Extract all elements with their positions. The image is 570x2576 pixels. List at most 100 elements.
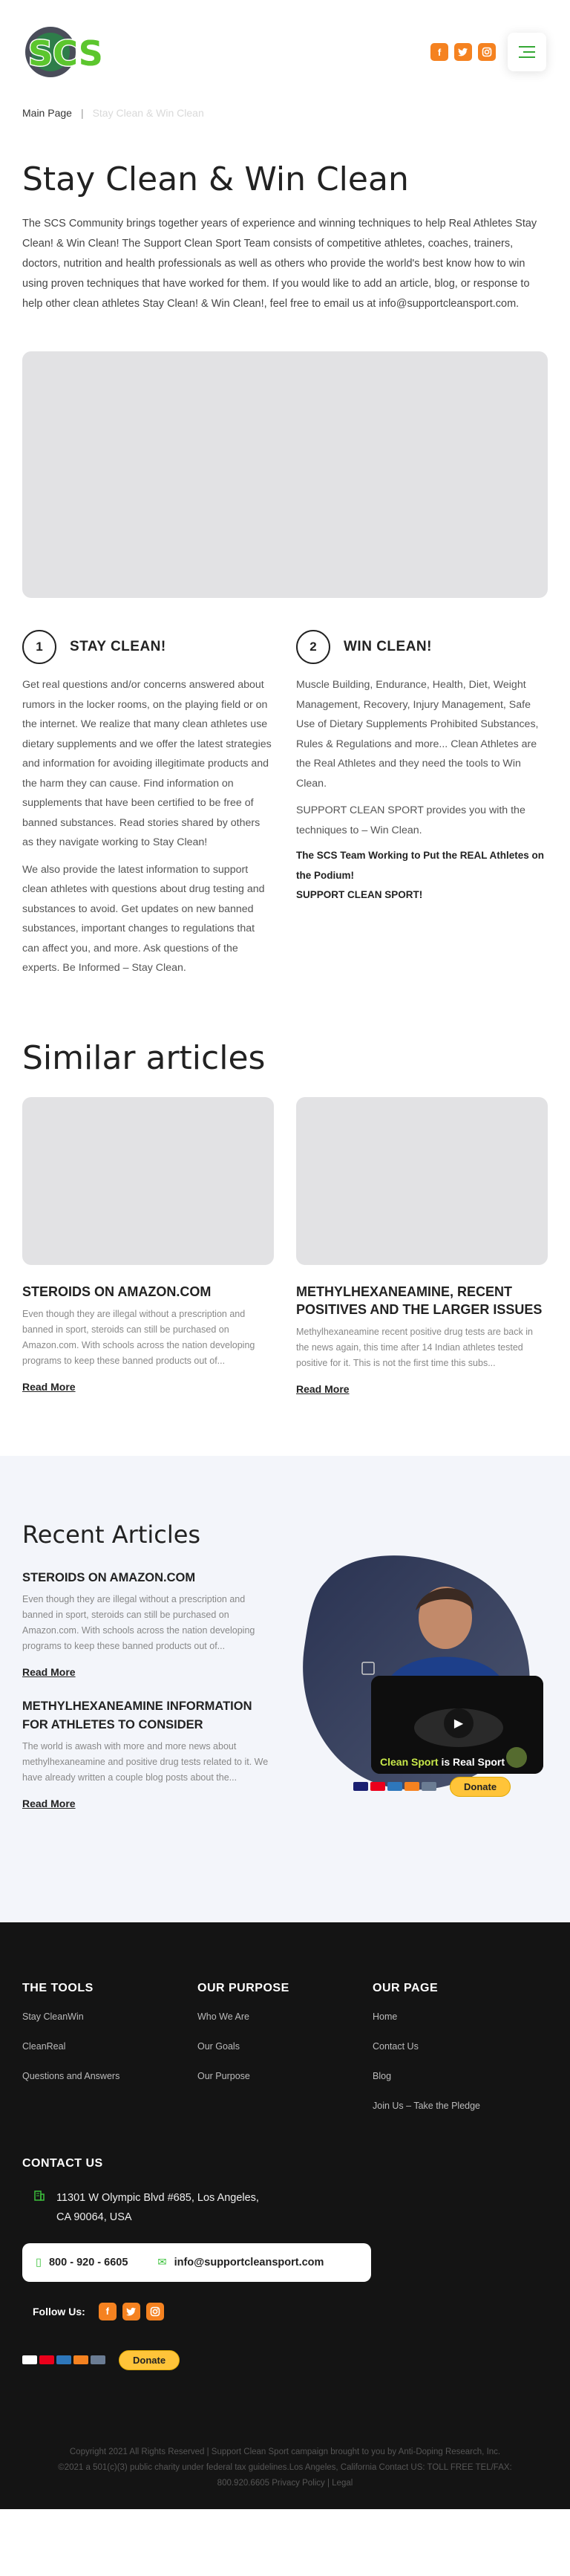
footer-heading: OUR PURPOSE	[197, 1981, 289, 1994]
donate-button[interactable]: Donate	[119, 2349, 180, 2370]
similar-articles-list: STEROIDS ON AMAZON.COM Even though they …	[0, 1096, 570, 1396]
page-title: Stay Clean & Win Clean	[22, 160, 409, 198]
bank-card-icon	[91, 2355, 105, 2364]
column-title: STAY CLEAN!	[70, 639, 166, 654]
footer-heading: OUR PAGE	[373, 1981, 439, 1994]
footer-page: OUR PAGE Home Contact Us Blog Join Us – …	[373, 1982, 548, 2130]
article-image-placeholder[interactable]	[296, 1096, 548, 1265]
read-more-link[interactable]: Read More	[22, 1381, 76, 1393]
footer-heading: CONTACT US	[22, 2156, 103, 2170]
footer-link[interactable]: Our Purpose	[197, 2071, 373, 2081]
footer-link[interactable]: Questions and Answers	[22, 2071, 197, 2081]
instagram-icon[interactable]	[145, 2302, 164, 2320]
menu-button[interactable]	[508, 33, 546, 71]
site-header: SCS SCS f	[0, 0, 570, 104]
article-title[interactable]: METHYLHEXANEAMINE, RECENT POSITIVES AND …	[296, 1283, 548, 1318]
facebook-icon[interactable]: f	[98, 2302, 117, 2320]
list-item: STEROIDS ON AMAZON.COM Even though they …	[22, 1569, 275, 1679]
video-caption: Clean Sport is Real Sport	[380, 1756, 505, 1768]
copyright-line: ©2021 a 501(c)(3) public charity under f…	[58, 2462, 512, 2472]
footer-purpose: OUR PURPOSE Who We Are Our Goals Our Pur…	[197, 1982, 373, 2130]
article-excerpt: Even though they are illegal without a p…	[22, 1593, 255, 1651]
footer-columns: THE TOOLS Stay CleanWin CleanReal Questi…	[22, 1982, 548, 2130]
play-icon[interactable]: ▶	[444, 1708, 474, 1738]
building-icon	[33, 2188, 46, 2227]
footer-link[interactable]: Stay CleanWin	[22, 2011, 197, 2022]
donate-button[interactable]: Donate	[450, 1776, 511, 1797]
recent-articles-section: Recent Articles STEROIDS ON AMAZON.COM E…	[0, 1455, 570, 1922]
scs-logo-graphic: SCS SCS	[25, 27, 104, 77]
stay-clean-column: 1 STAY CLEAN! Get real questions and/or …	[22, 628, 274, 978]
footer-contact: CONTACT US 11301 W Olympic Blvd #685, Lo…	[22, 2157, 548, 2370]
discover-card-icon	[73, 2355, 88, 2364]
copyright-line[interactable]: 800.920.6605 Privacy Policy | Legal	[22, 2476, 548, 2491]
payment-cards	[353, 1782, 436, 1791]
step-number-badge: 2	[296, 630, 330, 664]
article-excerpt: The world is awash with more and more ne…	[22, 1740, 269, 1783]
step-number-badge: 1	[22, 630, 56, 664]
footer-link[interactable]: Home	[373, 2011, 548, 2022]
footer-link[interactable]: CleanReal	[22, 2041, 197, 2052]
article-excerpt: Methylhexaneamine recent positive drug t…	[296, 1326, 533, 1368]
facebook-icon[interactable]: f	[430, 43, 448, 61]
column-heading: 1 STAY CLEAN!	[22, 628, 274, 666]
read-more-link[interactable]: Read More	[22, 1798, 76, 1809]
mail-icon: ✉	[157, 2256, 167, 2268]
column-paragraph: Muscle Building, Endurance, Health, Diet…	[296, 679, 539, 790]
footer-link[interactable]: Who We Are	[197, 2011, 373, 2022]
follow-us: Follow Us: f	[22, 2302, 548, 2320]
read-more-link[interactable]: Read More	[296, 1383, 350, 1395]
video-caption-tagline: is Real Sport	[438, 1755, 505, 1768]
site-logo[interactable]: SCS SCS	[22, 13, 126, 88]
column-emphasis: SUPPORT CLEAN SPORT!	[296, 889, 423, 900]
amex-card-icon	[387, 1782, 402, 1791]
similar-articles-heading: Similar articles	[22, 1038, 266, 1077]
list-item: METHYLHEXANEAMINE INFORMATION FOR ATHLET…	[22, 1697, 275, 1811]
footer-link[interactable]: Join Us – Take the Pledge	[373, 2101, 548, 2111]
footer-link[interactable]: Blog	[373, 2071, 548, 2081]
hamburger-icon-bar	[519, 56, 535, 58]
stay-win-columns: 1 STAY CLEAN! Get real questions and/or …	[0, 628, 570, 978]
footer-link[interactable]: Our Goals	[197, 2041, 373, 2052]
contact-box: ▯ 800 - 920 - 6605 ✉ info@supportcleanspor…	[22, 2242, 371, 2282]
site-footer: THE TOOLS Stay CleanWin CleanReal Questi…	[0, 1922, 570, 2509]
twitter-icon[interactable]	[122, 2302, 140, 2320]
address-line: CA 90064, USA	[56, 2211, 132, 2223]
twitter-icon[interactable]	[454, 43, 472, 61]
promo-video[interactable]: ▶ Clean Sport is Real Sport	[371, 1675, 543, 1774]
email-link[interactable]: ✉ info@supportcleansport.com	[157, 2257, 324, 2268]
footer-link[interactable]: Contact Us	[373, 2041, 548, 2052]
footer-heading: THE TOOLS	[22, 1981, 94, 1994]
column-emphasis: The SCS Team Working to Put the REAL Ath…	[296, 850, 545, 881]
hamburger-icon	[519, 46, 535, 48]
instagram-icon[interactable]	[478, 43, 496, 61]
article-image-placeholder[interactable]	[22, 1096, 274, 1265]
bank-card-icon	[422, 1782, 436, 1791]
article-title[interactable]: METHYLHEXANEAMINE INFORMATION FOR ATHLET…	[22, 1697, 275, 1734]
breadcrumb-home[interactable]: Main Page	[22, 107, 72, 119]
email-address: info@supportcleansport.com	[174, 2256, 324, 2268]
footer-tools: THE TOOLS Stay CleanWin CleanReal Questi…	[22, 1982, 197, 2130]
article-title[interactable]: STEROIDS ON AMAZON.COM	[22, 1569, 275, 1587]
article-excerpt: Even though they are illegal without a p…	[22, 1308, 255, 1366]
phone-icon: ▯	[36, 2256, 42, 2268]
address: 11301 W Olympic Blvd #685, Los Angeles, …	[22, 2188, 548, 2227]
article-card: STEROIDS ON AMAZON.COM Even though they …	[22, 1096, 274, 1396]
column-paragraph: SUPPORT CLEAN SPORT provides you with th…	[296, 804, 525, 836]
intro-paragraph: The SCS Community brings together years …	[22, 218, 537, 310]
amex-card-icon	[56, 2355, 71, 2364]
phone-link[interactable]: ▯ 800 - 920 - 6605	[36, 2257, 128, 2268]
follow-label: Follow Us:	[33, 2305, 85, 2318]
recent-articles-heading: Recent Articles	[22, 1520, 201, 1549]
svg-text:SCS: SCS	[28, 33, 103, 74]
copyright-line: Copyright 2021 All Rights Reserved | Sup…	[69, 2447, 501, 2456]
article-title[interactable]: STEROIDS ON AMAZON.COM	[22, 1283, 274, 1301]
read-more-link[interactable]: Read More	[22, 1666, 76, 1678]
discover-card-icon	[404, 1782, 419, 1791]
copyright: Copyright 2021 All Rights Reserved | Sup…	[22, 2393, 548, 2509]
hero-image-placeholder	[22, 351, 548, 598]
visa-card-icon	[22, 2355, 37, 2364]
column-paragraph: Get real questions and/or concerns answe…	[22, 679, 272, 848]
visa-card-icon	[353, 1782, 368, 1791]
address-line: 11301 W Olympic Blvd #685, Los Angeles,	[56, 2191, 259, 2204]
